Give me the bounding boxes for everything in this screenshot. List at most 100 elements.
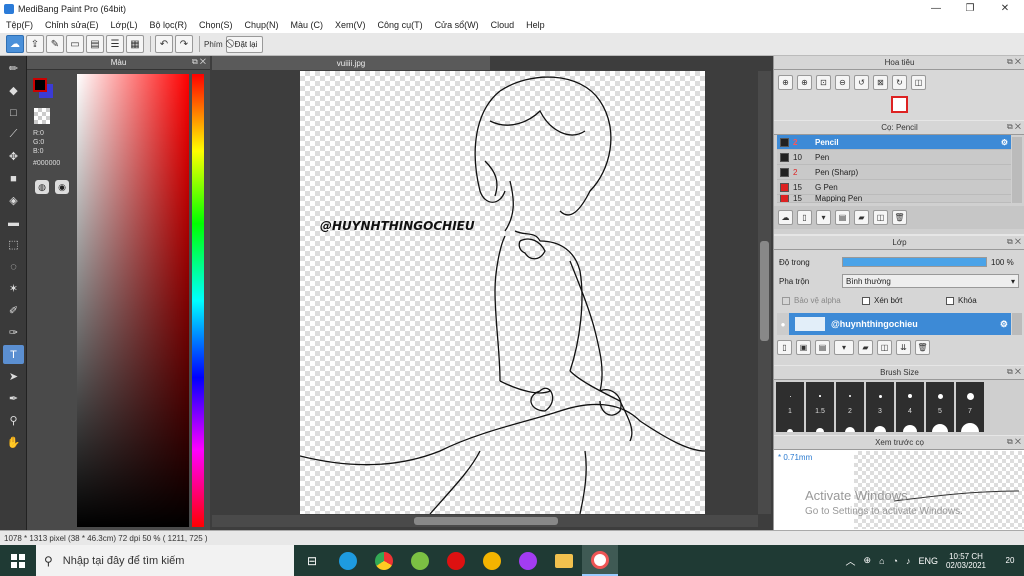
menu-help[interactable]: Help [520,20,551,30]
folder-icon[interactable]: ▰ [854,210,869,225]
document-tab[interactable]: vuiiii.jpg [212,56,490,70]
add-layer-menu-icon[interactable]: ▾ [834,340,854,355]
brush-item-mapping-pen[interactable]: 15 Mapping Pen [777,195,1011,203]
eye-icon[interactable]: ● [777,313,789,335]
merge-icon[interactable]: ⇊ [896,340,911,355]
panel-close-icon[interactable]: ⧉ ✕ [1007,122,1021,132]
brush-size-option[interactable]: 4 [896,382,924,432]
new-layer-icon[interactable]: ▯ [777,340,792,355]
brush-list-scrollbar[interactable] [1012,137,1022,203]
zoom-in-icon[interactable]: ⊕ [778,75,793,90]
brush-size-option[interactable]: 5 [926,382,954,432]
chrome-icon[interactable] [366,545,402,576]
blend-mode-select[interactable]: Bình thường ▾ [842,274,1019,288]
clipping-checkbox[interactable]: Xén bớt [862,296,902,305]
select-pen-tool-icon[interactable]: ✐ [3,301,24,320]
menu-select[interactable]: Chọn(S) [193,20,239,30]
panel-close-icon[interactable]: ⧉ ✕ [1007,367,1021,377]
document-icon[interactable]: ▤ [86,35,104,53]
brush-item-pencil[interactable]: 2 Pencil ⚙ [777,135,1011,150]
duplicate-icon[interactable]: ◫ [877,340,892,355]
line-tool-icon[interactable]: ⟋ [3,125,24,144]
trash-icon[interactable]: 🗑 [915,340,930,355]
brush-size-option[interactable]: 2 [836,382,864,432]
panel-close-icon[interactable]: ⧉ ✕ [1007,437,1021,447]
meet-now-icon[interactable]: ⊕ [864,555,872,566]
horizontal-scroll-thumb[interactable] [414,517,558,525]
brush-settings-icon[interactable]: ▤ [835,210,850,225]
drawing-canvas[interactable]: @HUYNHTHINGOCHIEU [300,71,705,514]
new-halftone-layer-icon[interactable]: ▣ [796,340,811,355]
input-language[interactable]: ENG [918,556,938,566]
vertical-scrollbar[interactable] [758,71,771,514]
vertical-scroll-thumb[interactable] [760,241,769,341]
gear-icon[interactable]: ⚙ [1001,138,1008,147]
panel-close-icon[interactable]: ⧉ ✕ [192,57,206,67]
chat-icon[interactable]: ▭ [66,35,84,53]
menu-file[interactable]: Tệp(F) [0,20,39,30]
menu-cloud[interactable]: Cloud [485,20,521,30]
reset-view-icon[interactable]: ⊠ [873,75,888,90]
file-explorer-icon[interactable] [546,545,582,576]
share-icon[interactable]: ⇪ [26,35,44,53]
move-tool-icon[interactable]: ✥ [3,147,24,166]
panel-close-icon[interactable]: ⧉ ✕ [1007,237,1021,247]
menu-layer[interactable]: Lớp(L) [105,20,144,30]
opera-icon[interactable] [438,545,474,576]
foreground-color-swatch[interactable] [33,78,47,92]
taskbar-search[interactable]: ⚲ Nhập tại đây để tìm kiếm [36,545,294,576]
brush-size-option[interactable]: 3 [866,382,894,432]
saturation-value-picker[interactable] [77,74,189,527]
hand-tool-icon[interactable]: ✋ [3,433,24,452]
opacity-slider[interactable] [842,257,987,267]
new-brush-icon[interactable]: ▯ [797,210,812,225]
horizontal-scrollbar[interactable] [212,515,758,527]
brush-size-option[interactable]: 7 [956,382,984,432]
select-rect-tool-icon[interactable]: ⬚ [3,235,24,254]
brush-size-option[interactable]: 1.5 [806,382,834,432]
notification-center-icon[interactable]: 20 [996,545,1024,576]
messenger-icon[interactable] [510,545,546,576]
chevron-up-icon[interactable]: ︿ [846,553,856,568]
cloud-brush-icon[interactable]: ☁ [778,210,793,225]
folder-icon[interactable]: ▰ [858,340,873,355]
task-view-icon[interactable]: ⊟ [294,545,330,576]
windows-start-icon[interactable] [0,545,36,576]
zoom-fit-icon[interactable]: ⊕ [797,75,812,90]
add-brush-icon[interactable]: ▾ [816,210,831,225]
duplicate-icon[interactable]: ◫ [873,210,888,225]
lasso-tool-icon[interactable]: ◌ [3,257,24,276]
network-icon[interactable]: ⌂ [879,556,884,566]
edge-icon[interactable] [330,545,366,576]
bucket-tool-icon[interactable]: ◈ [3,191,24,210]
select-eraser-tool-icon[interactable]: ✑ [3,323,24,342]
close-button[interactable]: ✕ [988,0,1022,17]
operation-tool-icon[interactable]: ➤ [3,367,24,386]
minimize-button[interactable]: — [919,0,953,17]
hue-slider[interactable] [192,74,204,527]
menu-color[interactable]: Màu (C) [285,20,330,30]
brush-item-g-pen[interactable]: 15 G Pen [777,180,1011,195]
menu-view[interactable]: Xem(V) [329,20,372,30]
zoom-out-icon[interactable]: ⊖ [835,75,850,90]
grid-icon[interactable]: ▦ [126,35,144,53]
magic-wand-tool-icon[interactable]: ✶ [3,279,24,298]
blur-tool-icon[interactable]: ✒ [3,389,24,408]
coccoc-icon[interactable] [402,545,438,576]
maximize-button[interactable]: ❐ [953,0,987,17]
eraser-tool-icon[interactable]: ◆ [3,81,24,100]
lock-checkbox[interactable]: Khóa [946,296,977,305]
redo-icon[interactable]: ↷ [175,35,193,53]
rotate-right-icon[interactable]: ↻ [892,75,907,90]
navigator-thumbnail[interactable] [891,96,908,113]
palette-add-icon[interactable]: ◉ [55,180,69,194]
text-tool-icon[interactable]: T [3,345,24,364]
cloud-icon[interactable]: ☁ [6,35,24,53]
transparent-color-swatch[interactable] [34,108,50,124]
clock[interactable]: 10:57 CH 02/03/2021 [946,552,986,570]
palette-icon[interactable]: ◍ [35,180,49,194]
menu-snap[interactable]: Chụp(N) [239,20,285,30]
menu-tools[interactable]: Công cụ(T) [372,20,429,30]
layer-row[interactable]: ● @huynhthingochieu ⚙ [777,313,1011,335]
eyedropper-tool-icon[interactable]: ⚲ [3,411,24,430]
